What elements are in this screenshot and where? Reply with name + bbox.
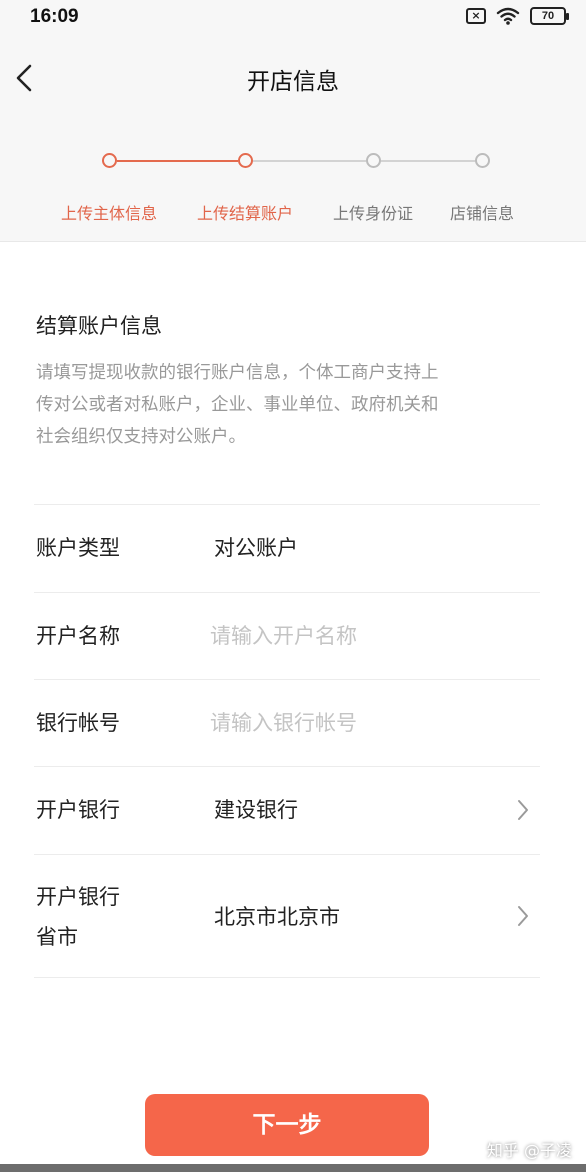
wifi-icon <box>496 7 520 25</box>
account-name-input[interactable] <box>210 616 510 656</box>
step-label-1: 上传主体信息 <box>60 204 158 223</box>
progress-stepper: 上传主体信息 上传结算账户 上传身份证 店铺信息 <box>0 120 586 242</box>
bank-region-label-line1: 开户银行 <box>36 885 120 909</box>
bank-label: 开户银行 <box>36 798 120 822</box>
watermark: 知乎 @子凌 <box>486 1141 572 1160</box>
description-line: 传对公或者对私账户，企业、事业单位、政府机关和 <box>36 395 439 415</box>
bank-region-row[interactable]: 开户银行 省市 北京市北京市 <box>34 855 540 977</box>
account-type-value: 对公账户 <box>214 536 298 560</box>
status-bar: 16:09 × 70 <box>0 0 586 36</box>
account-name-row: 开户名称 <box>34 593 540 679</box>
bank-select-row[interactable]: 开户银行 建设银行 <box>34 767 540 854</box>
nav-bar: 开店信息 <box>0 36 586 120</box>
bank-account-label: 银行帐号 <box>36 711 120 735</box>
step-dot-2 <box>238 153 253 168</box>
sim-x-icon: × <box>466 8 486 24</box>
step-label-4: 店铺信息 <box>449 204 515 223</box>
description-line: 社会组织仅支持对公账户。 <box>36 427 246 447</box>
page-title: 开店信息 <box>247 69 339 95</box>
account-type-label: 账户类型 <box>36 536 120 560</box>
step-dot-1 <box>102 153 117 168</box>
step-line-2 <box>253 160 366 162</box>
bank-value: 建设银行 <box>214 798 298 822</box>
bank-account-row: 银行帐号 <box>34 680 540 766</box>
status-time: 16:09 <box>30 6 79 27</box>
account-name-label: 开户名称 <box>36 624 120 648</box>
status-icons: × 70 <box>466 7 569 25</box>
bank-region-label-line2: 省市 <box>36 925 78 949</box>
section-description: 请填写提现收款的银行账户信息，个体工商户支持上 传对公或者对私账户，企业、事业单… <box>36 357 541 453</box>
next-step-button[interactable]: 下一步 <box>145 1094 429 1156</box>
step-dot-4 <box>475 153 490 168</box>
divider <box>34 977 540 978</box>
step-label-2: 上传结算账户 <box>196 204 294 223</box>
step-line-3 <box>381 160 475 162</box>
chevron-right-icon <box>518 906 528 926</box>
section-title: 结算账户信息 <box>36 314 162 338</box>
battery-icon: 70 <box>530 7 569 25</box>
step-line-1 <box>117 160 238 162</box>
step-label-3: 上传身份证 <box>332 204 414 223</box>
chevron-right-icon <box>518 800 528 820</box>
description-line: 请填写提现收款的银行账户信息，个体工商户支持上 <box>36 363 439 383</box>
bank-account-input[interactable] <box>210 703 510 743</box>
step-dot-3 <box>366 153 381 168</box>
bottom-edge <box>0 1164 586 1172</box>
bank-region-value: 北京市北京市 <box>214 905 340 929</box>
account-type-row[interactable]: 账户类型 对公账户 <box>34 505 540 592</box>
